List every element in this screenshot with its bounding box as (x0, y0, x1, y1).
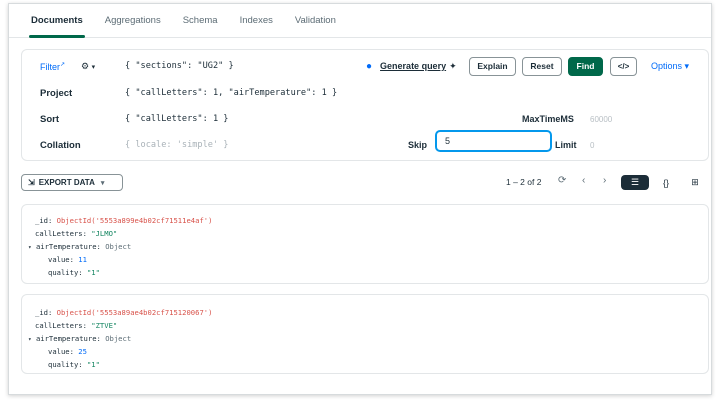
list-view-button[interactable]: ☰ (621, 175, 649, 190)
sort-input[interactable]: { "callLetters": 1 } (125, 114, 228, 124)
settings-icon: ⚙ (81, 60, 90, 71)
generate-query-link[interactable]: ● Generate query ✦ (366, 61, 457, 72)
generate-query-label: Generate query (380, 61, 447, 71)
sort-row: Sort { "callLetters": 1 } MaxTimeMS 6000… (22, 106, 708, 132)
limit-label: Limit (555, 140, 577, 150)
chevron-right-icon[interactable]: › (603, 175, 606, 186)
tab-aggregations[interactable]: Aggregations (105, 4, 161, 37)
doc-field-value: value: 11 (48, 255, 87, 264)
chevron-down-icon: ▾ (91, 63, 96, 71)
field-value: "ZTVE" (91, 321, 118, 330)
field-key: _id: (35, 308, 53, 317)
collation-label: Collation (40, 139, 81, 151)
limit-input[interactable]: 0 (590, 141, 594, 150)
skip-label: Skip (408, 140, 428, 150)
field-value: ObjectId('5553a89ae4b02cf715120067') (56, 308, 213, 317)
query-bar: Filter↗ ⚙ ▾ { "sections": "UG2" } ● Gene… (21, 49, 709, 161)
chevron-left-icon[interactable]: ‹ (582, 175, 585, 186)
refresh-icon[interactable]: ⟳ (558, 175, 566, 186)
tab-validation[interactable]: Validation (295, 4, 336, 37)
field-value: "1" (86, 268, 100, 277)
doc-field-airtemperature[interactable]: ▾ airTemperature: Object (28, 334, 131, 343)
field-key: callLetters: (35, 321, 87, 330)
results-toolbar: ⇲ EXPORT DATA ▾ 1 – 2 of 2 ⟳ ‹ › ☰ {} ⊞ (21, 174, 699, 194)
export-data-label: EXPORT DATA (38, 178, 95, 187)
field-value: 25 (78, 347, 87, 356)
filter-label: Filter (40, 61, 60, 72)
project-row: Project { "callLetters": 1, "airTemperat… (22, 80, 708, 106)
table-icon: ⊞ (691, 177, 699, 187)
collation-row: Collation { locale: 'simple' } Skip 5 Li… (22, 130, 708, 158)
field-key: value: (48, 255, 74, 264)
lightbulb-icon: ● (366, 60, 373, 72)
sparkle-icon: ✦ (449, 60, 457, 71)
field-type: Object (105, 242, 132, 251)
doc-field-quality: quality: "1" (48, 268, 100, 277)
braces-icon: {} (662, 177, 669, 188)
chevron-down-icon: ▾ (100, 179, 105, 187)
field-key: airTemperature: (35, 334, 101, 343)
doc-field-airtemperature[interactable]: ▾ airTemperature: Object (28, 242, 131, 251)
collation-input[interactable]: { locale: 'simple' } (125, 140, 228, 150)
field-key: _id: (35, 216, 53, 225)
doc-field-quality: quality: "1" (48, 360, 100, 369)
caret-down-icon[interactable]: ▾ (28, 336, 32, 343)
field-type: Object (105, 334, 132, 343)
filter-options-dropdown[interactable]: ⚙ ▾ (81, 61, 95, 72)
field-key: callLetters: (35, 229, 87, 238)
pagination-count: 1 – 2 of 2 (506, 177, 542, 187)
table-view-button[interactable]: ⊞ (681, 175, 709, 190)
tab-documents[interactable]: Documents (29, 4, 85, 38)
filter-link[interactable]: Filter↗ (40, 61, 65, 72)
filter-input[interactable]: { "sections": "UG2" } (125, 61, 234, 71)
doc-field-id: _id: ObjectId('5553a899e4b02cf71511e4af'… (35, 216, 212, 225)
skip-input[interactable]: 5 (435, 130, 552, 152)
project-input[interactable]: { "callLetters": 1, "airTemperature": 1 … (125, 88, 337, 98)
field-value: "JLMO" (91, 229, 118, 238)
export-data-button[interactable]: ⇲ EXPORT DATA ▾ (21, 174, 123, 191)
doc-field-callletters: callLetters: "JLMO" (35, 229, 117, 238)
json-view-button[interactable]: {} (652, 175, 680, 190)
maxtimems-input[interactable]: 60000 (590, 115, 612, 124)
field-key: quality: (48, 268, 83, 277)
collection-tabs: Documents Aggregations Schema Indexes Va… (9, 4, 711, 38)
field-value: ObjectId('5553a899e4b02cf71511e4af') (56, 216, 213, 225)
options-toggle[interactable]: Options ▾ (651, 61, 689, 72)
caret-down-icon[interactable]: ▾ (28, 244, 32, 251)
project-label: Project (40, 87, 73, 99)
doc-field-id: _id: ObjectId('5553a89ae4b02cf715120067'… (35, 308, 212, 317)
documents-view: Documents Aggregations Schema Indexes Va… (8, 3, 712, 395)
list-icon: ☰ (630, 177, 640, 187)
doc-field-value: value: 25 (48, 347, 87, 356)
maxtimems-label: MaxTimeMS (522, 114, 574, 124)
filter-row: Filter↗ ⚙ ▾ { "sections": "UG2" } ● Gene… (22, 53, 708, 79)
doc-field-callletters: callLetters: "ZTVE" (35, 321, 117, 330)
field-value: "1" (86, 360, 100, 369)
sort-label: Sort (40, 113, 59, 125)
tab-indexes[interactable]: Indexes (240, 4, 273, 37)
field-key: quality: (48, 360, 83, 369)
tab-schema[interactable]: Schema (183, 4, 218, 37)
find-button[interactable]: Find (568, 56, 603, 76)
export-icon: ⇲ (28, 178, 35, 187)
reset-button[interactable]: Reset (522, 56, 562, 76)
document-card[interactable]: _id: ObjectId('5553a899e4b02cf71511e4af'… (21, 204, 709, 284)
explain-button[interactable]: Explain (469, 56, 516, 76)
field-value: 11 (78, 255, 87, 264)
external-link-icon: ↗ (60, 61, 66, 68)
code-view-button[interactable]: </> (610, 56, 637, 76)
field-key: value: (48, 347, 74, 356)
field-key: airTemperature: (35, 242, 101, 251)
document-card[interactable]: _id: ObjectId('5553a89ae4b02cf715120067'… (21, 294, 709, 374)
